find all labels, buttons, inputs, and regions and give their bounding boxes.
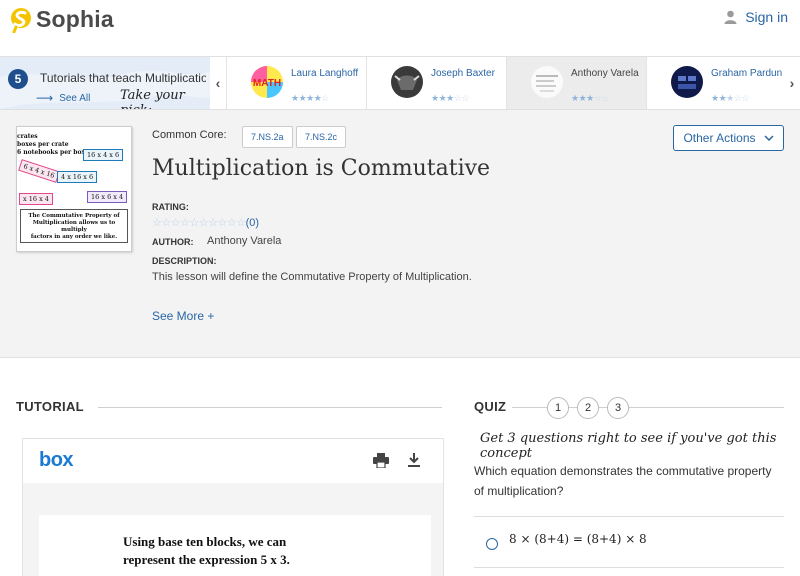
- description-label: DESCRIPTION:: [152, 256, 217, 266]
- quiz-heading: QUIZ: [474, 399, 507, 414]
- quiz-hint: Get 3 questions right to see if you've g…: [480, 431, 777, 461]
- document-page: Using base ten blocks, we can represent …: [39, 515, 431, 576]
- tutorial-author: Anthony Varela: [571, 68, 639, 79]
- thumb-caption-line: factors in any order we like.: [30, 234, 118, 240]
- quiz-step-3[interactable]: 3: [607, 397, 629, 419]
- sign-in-link[interactable]: Sign in: [724, 9, 788, 25]
- document-icon: [531, 66, 563, 98]
- rating-widget[interactable]: ☆☆☆☆☆☆☆☆☆☆ (0): [152, 216, 260, 230]
- tutorial-rating: ★★★★☆: [291, 93, 329, 103]
- common-core-tag[interactable]: 7.NS.2c: [296, 126, 347, 148]
- quiz-option[interactable]: 8 × (8+4) = (8+4) × 8: [474, 516, 784, 568]
- see-more-link[interactable]: See More +: [152, 309, 214, 323]
- tutorial-rating: ★★★☆☆: [431, 93, 469, 103]
- common-core-tag[interactable]: 7.NS.2a: [242, 126, 293, 148]
- sign-in-label: Sign in: [745, 9, 788, 25]
- see-all-label: See All: [59, 92, 91, 104]
- tutorial-heading: TUTORIAL: [16, 399, 84, 414]
- author-label: AUTHOR:: [152, 237, 194, 247]
- tutorial-count-badge: 5: [8, 69, 28, 89]
- quiz-option-text: 8 × (8+4) = (8+4) × 8: [509, 532, 647, 546]
- quiz-step-1[interactable]: 1: [547, 397, 569, 419]
- math-icon: MATH: [251, 66, 283, 98]
- print-icon[interactable]: [373, 453, 389, 468]
- carousel-prev-button[interactable]: ‹: [210, 57, 226, 109]
- thumb-expression: 16 x 4 x 6: [83, 149, 124, 161]
- tutorial-card[interactable]: Joseph Baxter ★★★☆☆: [366, 57, 506, 109]
- tutorial-author: Graham Pardun: [711, 68, 783, 79]
- document-viewer[interactable]: box Using base ten blocks, we can repres…: [22, 438, 444, 576]
- page-text-line: Using base ten blocks, we can: [123, 534, 287, 549]
- tutorials-bar: 5 Tutorials that teach Multiplication is…: [0, 56, 800, 110]
- brand-name: Sophia: [36, 6, 114, 32]
- description-text: This lesson will define the Commutative …: [152, 271, 472, 283]
- tutorials-summary: 5 Tutorials that teach Multiplication is…: [0, 57, 210, 109]
- chevron-left-icon: ‹: [215, 75, 221, 91]
- thumb-expression: 16 x 6 x 4: [87, 191, 128, 203]
- svg-text:MATH: MATH: [253, 78, 281, 89]
- user-icon: [724, 10, 737, 24]
- page-text-line: represent the expression 5 x 3.: [123, 552, 290, 567]
- quiz-question: Which equation demonstrates the commutat…: [474, 464, 772, 498]
- see-all-link[interactable]: ⟶ See All: [36, 91, 90, 105]
- chevron-right-icon: ›: [789, 75, 795, 91]
- thumb-line: 6 notebooks per box: [17, 149, 86, 156]
- tutorial-author: Joseph Baxter: [431, 68, 495, 79]
- rating-stars: ☆☆☆☆☆☆☆☆☆☆: [152, 217, 246, 229]
- sophia-logo-icon: [11, 7, 31, 33]
- diagram-icon: [671, 66, 703, 98]
- rating-label: RATING:: [152, 202, 189, 212]
- thumb-caption: The Commutative Property of Multiplicati…: [20, 209, 128, 243]
- chevron-down-icon: [763, 135, 774, 141]
- thumb-expression: 4 x 16 x 6: [57, 171, 98, 183]
- radio-button[interactable]: [486, 538, 498, 550]
- take-your-pick-text: Take your pick:: [120, 88, 185, 109]
- viewer-toolbar: box: [23, 439, 443, 483]
- rating-count: (0): [245, 216, 260, 229]
- tutorial-author: Laura Langhoff: [291, 68, 359, 79]
- tutorial-rating: ★★★☆☆: [711, 93, 749, 103]
- other-actions-button[interactable]: Other Actions: [673, 125, 784, 151]
- tutorial-card[interactable]: Graham Pardun ★★★☆☆: [646, 57, 786, 109]
- tutorial-rating: ★★★☆☆: [571, 93, 609, 103]
- carousel-next-button[interactable]: ›: [784, 57, 800, 109]
- arrow-right-icon: ⟶: [36, 91, 54, 105]
- author-name: Anthony Varela: [207, 235, 282, 247]
- download-icon[interactable]: [407, 453, 421, 468]
- thumb-line: boxes per crate: [17, 141, 69, 148]
- common-core-label: Common Core:: [152, 129, 227, 141]
- site-header: Sophia Sign in: [0, 0, 800, 56]
- page-title: Multiplication is Commutative: [152, 156, 491, 181]
- sophia-logo[interactable]: Sophia: [10, 6, 114, 33]
- box-logo: box: [39, 449, 74, 471]
- document-page-text: Using base ten blocks, we can represent …: [123, 533, 290, 569]
- tutorial-card-active[interactable]: Anthony Varela ★★★☆☆: [506, 57, 646, 109]
- thumb-expression: 6 x 4 x 16: [18, 159, 61, 183]
- thumb-caption-line: Multiplication allows us to multiply: [32, 220, 116, 233]
- thumb-expression: x 16 x 4: [19, 193, 53, 205]
- bull-icon: [391, 66, 423, 98]
- thumb-line: crates: [17, 133, 38, 140]
- other-actions-label: Other Actions: [683, 131, 756, 145]
- tutorials-title: Tutorials that teach Multiplication is C…: [40, 71, 206, 85]
- lesson-thumbnail: crates boxes per crate 6 notebooks per b…: [16, 126, 132, 252]
- quiz-step-2[interactable]: 2: [577, 397, 599, 419]
- thumb-caption-line: The Commutative Property of: [28, 213, 120, 219]
- tutorial-card[interactable]: MATH Laura Langhoff ★★★★☆: [226, 57, 366, 109]
- lesson-info-panel: crates boxes per crate 6 notebooks per b…: [0, 110, 800, 358]
- section-divider: [98, 407, 442, 408]
